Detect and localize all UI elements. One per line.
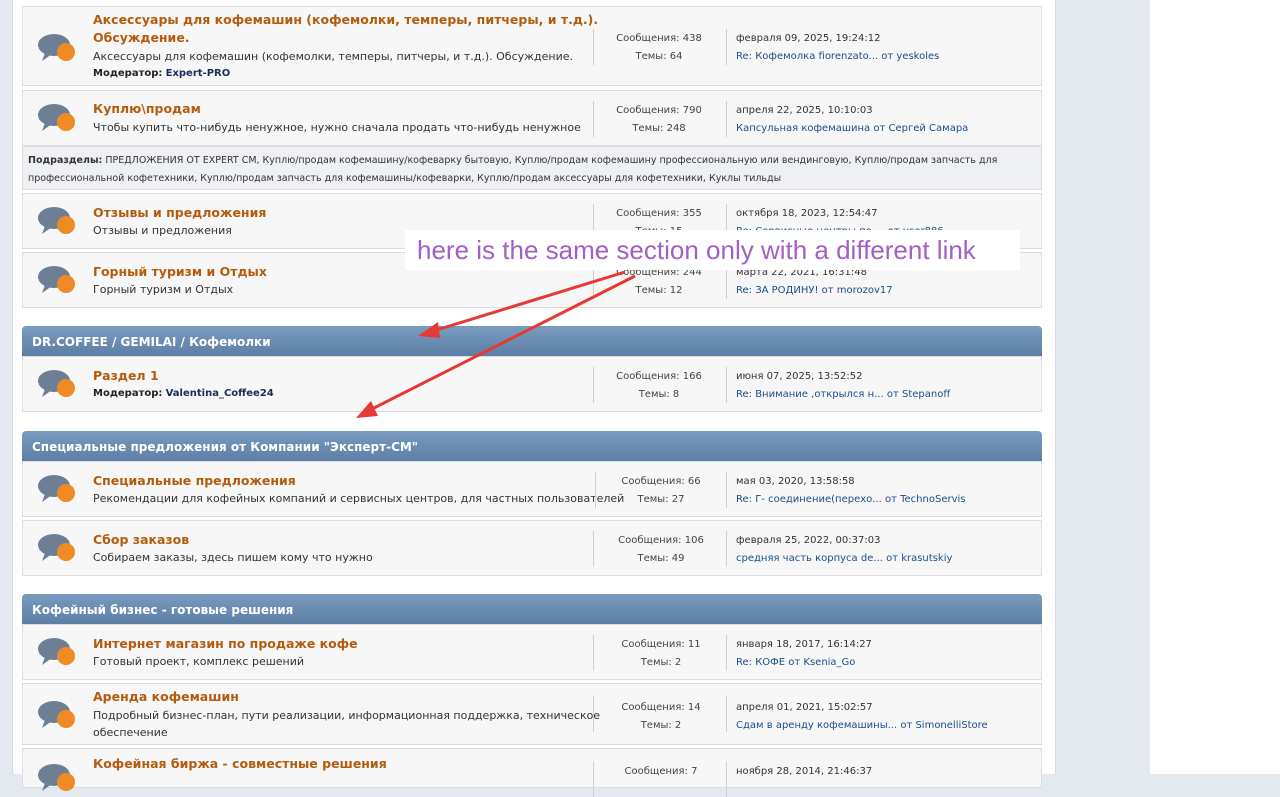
last-post-info: февраля 09, 2025, 19:24:12 Re: Кофемолка… [736, 30, 939, 66]
board-title-link[interactable]: Куплю\продам [93, 100, 201, 118]
board-title-link[interactable]: Горный туризм и Отдых [93, 263, 267, 281]
column-divider [595, 472, 596, 508]
forum-speech-bubbles-icon [38, 475, 75, 502]
board-row: Сбор заказов Собираем заказы, здесь пише… [22, 520, 1042, 576]
board-description: Чтобы купить что-нибудь ненужное, нужно … [93, 121, 581, 134]
last-post-info: мая 03, 2020, 13:58:58 Re: Г- соединение… [736, 473, 965, 509]
column-divider [726, 472, 727, 508]
board-description: Собираем заказы, здесь пишем кому что ну… [93, 551, 373, 564]
forum-speech-bubbles-icon [38, 34, 75, 61]
last-post-info: апреля 01, 2021, 15:02:57 Сдам в аренду … [736, 699, 988, 735]
board-title-link[interactable]: Отзывы и предложения [93, 204, 266, 222]
last-post-link[interactable]: Сдам в аренду кофемашины... от Simonelli… [736, 717, 988, 735]
board-stats: Сообщения: 790 Темы: 248 [616, 105, 702, 134]
board-description: Готовый проект, комплекс решений [93, 655, 305, 668]
last-post-link[interactable]: Re: КОФЕ от Ksenia_Go [736, 654, 872, 672]
board-stats: Сообщения: 14 Темы: 2 [621, 702, 701, 731]
column-divider [726, 29, 727, 65]
column-divider [726, 635, 727, 671]
board-title-link[interactable]: Специальные предложения [93, 472, 296, 490]
board-stats: Сообщения: 438 Темы: 64 [616, 33, 702, 62]
column-divider [593, 101, 594, 137]
board-description: Аксессуары для кофемашин (кофемолки, тем… [93, 50, 574, 63]
board-row: Раздел 1 Модератор: Valentina_Coffee24 С… [22, 356, 1042, 412]
board-stats: Сообщения: 7 [624, 766, 698, 777]
column-divider [593, 29, 594, 65]
category-header[interactable]: Кофейный бизнес - готовые решения [22, 594, 1042, 624]
board-description: Горный туризм и Отдых [93, 283, 234, 296]
forum-speech-bubbles-icon [38, 534, 75, 561]
column-divider [726, 367, 727, 403]
last-post-info: февраля 25, 2022, 00:37:03 средняя часть… [736, 532, 952, 568]
right-background [1150, 0, 1280, 774]
last-post-info: января 18, 2017, 16:14:27 Re: КОФЕ от Ks… [736, 636, 872, 672]
column-divider [593, 761, 594, 797]
board-stats: Сообщения: 11 Темы: 2 [621, 639, 701, 668]
last-post-link[interactable]: Re: Г- соединение(перехо... от TechnoSer… [736, 491, 965, 509]
subforums-list: Подразделы: ПРЕДЛОЖЕНИЯ ОТ EXPERT CM, Ку… [22, 146, 1042, 190]
board-description: Отзывы и предложения [93, 224, 232, 237]
column-divider [593, 696, 594, 732]
board-row: Куплю\продам Чтобы купить что-нибудь нен… [22, 90, 1042, 146]
board-title-link[interactable]: Сбор заказов [93, 531, 189, 549]
forum-speech-bubbles-icon [38, 764, 75, 791]
board-stats: Сообщения: 106 Темы: 49 [618, 535, 704, 564]
board-title-link[interactable]: Аренда кофемашин [93, 688, 239, 706]
forum-speech-bubbles-icon [38, 266, 75, 293]
board-row: Аксессуары для кофемашин (кофемолки, тем… [22, 6, 1042, 86]
board-title-link[interactable]: Аксессуары для кофемашин (кофемолки, тем… [93, 11, 598, 47]
board-row: Специальные предложения Рекомендации для… [22, 461, 1042, 517]
forum-speech-bubbles-icon [38, 370, 75, 397]
last-post-info: апреля 22, 2025, 10:10:03 Капсульная коф… [736, 102, 968, 138]
subforum-links[interactable]: ПРЕДЛОЖЕНИЯ ОТ EXPERT CM, Куплю/продам к… [28, 155, 997, 184]
board-stats: Сообщения: 66 Темы: 27 [621, 476, 701, 505]
last-post-link[interactable]: Re: Внимание ,открылся н... от Stepanoff [736, 386, 950, 404]
board-moderator: Модератор: Valentina_Coffee24 [93, 388, 274, 399]
board-row: Интернет магазин по продаже кофе Готовый… [22, 624, 1042, 680]
column-divider [726, 531, 727, 567]
column-divider [726, 101, 727, 137]
board-row: Кофейная биржа - совместные решения Сооб… [22, 748, 1042, 797]
board-description: Рекомендации для кофейных компаний и сер… [93, 492, 625, 505]
board-title-link[interactable]: Раздел 1 [93, 367, 159, 385]
board-title-link[interactable]: Интернет магазин по продаже кофе [93, 635, 358, 653]
board-description: Подробный бизнес-план, пути реализации, … [93, 709, 601, 739]
last-post-info: июня 07, 2025, 13:52:52 Re: Внимание ,от… [736, 368, 950, 404]
board-moderator: Модератор: Expert-PRO [93, 68, 231, 79]
category-header[interactable]: Специальные предложения от Компании "Экс… [22, 431, 1042, 461]
forum-speech-bubbles-icon [38, 104, 75, 131]
moderator-link[interactable]: Valentina_Coffee24 [166, 388, 274, 399]
column-divider [593, 635, 594, 671]
last-post-link[interactable]: Re: Кофемолка fiorenzato... от yeskoles [736, 48, 939, 66]
category-header[interactable]: DR.COFFEE / GEMILAI / Кофемолки [22, 326, 1042, 356]
last-post-link[interactable]: Re: ЗА РОДИНУ! от morozov17 [736, 282, 893, 300]
moderator-link[interactable]: Expert-PRO [166, 68, 231, 79]
board-stats: Сообщения: 166 Темы: 8 [616, 371, 702, 400]
column-divider [726, 696, 727, 732]
column-divider [726, 761, 727, 797]
annotation-note: here is the same section only with a dif… [405, 230, 1020, 270]
column-divider [593, 367, 594, 403]
forum-speech-bubbles-icon [38, 638, 75, 665]
column-divider [593, 531, 594, 567]
last-post-link[interactable]: средняя часть корпуса de... от krasutski… [736, 550, 952, 568]
last-post-info: ноября 28, 2014, 21:46:37 [736, 766, 873, 777]
board-title-link[interactable]: Кофейная биржа - совместные решения [93, 755, 387, 773]
forum-speech-bubbles-icon [38, 701, 75, 728]
forum-speech-bubbles-icon [38, 207, 75, 234]
last-post-link[interactable]: Капсульная кофемашина от Сергей Самара [736, 120, 968, 138]
board-row: Аренда кофемашин Подробный бизнес-план, … [22, 683, 1042, 745]
